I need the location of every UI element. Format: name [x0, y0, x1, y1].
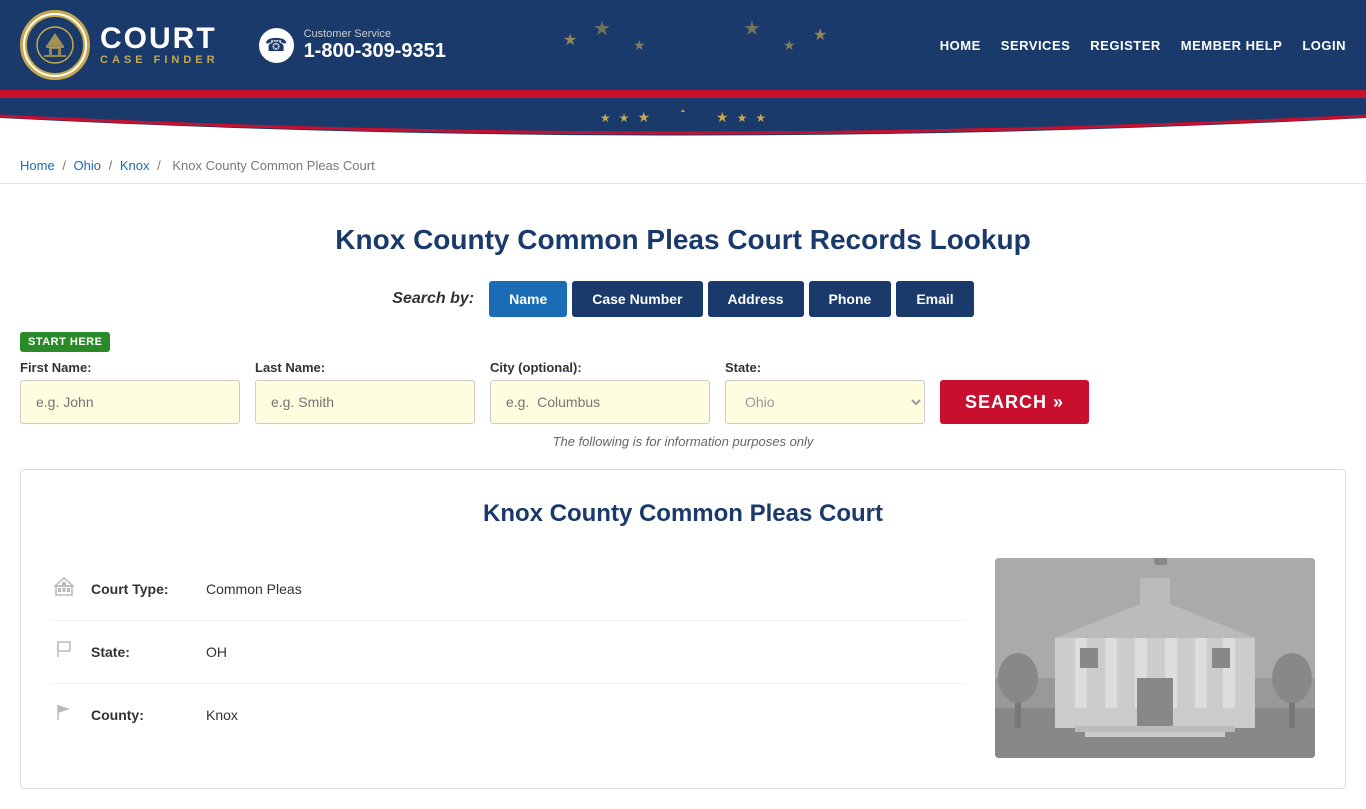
last-name-group: Last Name:	[255, 360, 475, 424]
phone-info: Customer Service 1-800-309-9351	[304, 28, 446, 63]
state-label: State:	[725, 360, 925, 375]
search-by-label: Search by:	[392, 290, 474, 308]
phone-number: 1-800-309-9351	[304, 40, 446, 63]
main-content: Knox County Common Pleas Court Records L…	[0, 184, 1366, 809]
breadcrumb: Home / Ohio / Knox / Knox County Common …	[0, 148, 1366, 184]
tab-phone[interactable]: Phone	[809, 281, 892, 317]
logo-sub-text: CASE FINDER	[100, 54, 219, 66]
svg-text:★: ★	[783, 37, 796, 53]
svg-text:★: ★	[743, 18, 761, 40]
court-card-title: Knox County Common Pleas Court	[51, 500, 1315, 528]
last-name-label: Last Name:	[255, 360, 475, 375]
state-value: OH	[206, 644, 227, 660]
court-type-label: Court Type:	[91, 581, 191, 597]
logo-text: COURT CASE FINDER	[100, 24, 219, 66]
state-item: State: OH	[51, 621, 965, 684]
breadcrumb-current: Knox County Common Pleas Court	[172, 158, 374, 173]
eagle-icon	[658, 100, 708, 135]
nav: HOME SERVICES REGISTER MEMBER HELP LOGIN	[940, 38, 1346, 53]
county-label: County:	[91, 707, 191, 723]
city-label: City (optional):	[490, 360, 710, 375]
search-form-area: START HERE First Name: Last Name: City (…	[20, 332, 1346, 424]
flag-icon	[51, 702, 76, 728]
info-note: The following is for information purpose…	[20, 434, 1346, 449]
county-item: County: Knox	[51, 684, 965, 746]
state-select[interactable]: Ohio Alabama Alaska Arizona California F…	[725, 380, 925, 424]
court-card: Knox County Common Pleas Court	[20, 469, 1346, 789]
start-here-badge: START HERE	[20, 332, 110, 352]
tab-case-number[interactable]: Case Number	[572, 281, 702, 317]
first-name-label: First Name:	[20, 360, 240, 375]
breadcrumb-ohio[interactable]: Ohio	[74, 158, 101, 173]
breadcrumb-home[interactable]: Home	[20, 158, 55, 173]
star-right-3: ★	[755, 111, 766, 125]
breadcrumb-sep-2: /	[109, 158, 116, 173]
phone-icon: ☎	[259, 28, 294, 63]
nav-register[interactable]: REGISTER	[1090, 38, 1160, 53]
state-group: State: Ohio Alabama Alaska Arizona Calif…	[725, 360, 925, 424]
star-left-1: ★	[600, 111, 611, 125]
city-input[interactable]	[490, 380, 710, 424]
court-card-body: Court Type: Common Pleas State: OH	[51, 558, 1315, 758]
first-name-group: First Name:	[20, 360, 240, 424]
tab-name[interactable]: Name	[489, 281, 567, 317]
nav-login[interactable]: LOGIN	[1302, 38, 1346, 53]
courthouse-svg	[995, 558, 1315, 758]
county-value: Knox	[206, 707, 238, 723]
logo-inner	[25, 15, 85, 75]
breadcrumb-knox[interactable]: Knox	[120, 158, 150, 173]
tab-address[interactable]: Address	[708, 281, 804, 317]
eagle-area: ★ ★ ★ ★ ★ ★	[600, 100, 766, 135]
form-row: First Name: Last Name: City (optional): …	[20, 360, 1346, 424]
search-button[interactable]: SEARCH »	[940, 380, 1089, 424]
svg-text:★: ★	[593, 18, 611, 40]
city-group: City (optional):	[490, 360, 710, 424]
phone-label: Customer Service	[304, 28, 446, 40]
star-left-2: ★	[619, 111, 630, 125]
star-right-2: ★	[737, 111, 748, 125]
court-info-list: Court Type: Common Pleas State: OH	[51, 558, 965, 758]
flag-outline-icon	[51, 639, 76, 665]
breadcrumb-sep-1: /	[62, 158, 69, 173]
phone-area: ☎ Customer Service 1-800-309-9351	[259, 28, 446, 63]
first-name-input[interactable]	[20, 380, 240, 424]
court-image	[995, 558, 1315, 758]
wave-banner: ★ ★ ★ ★ ★ ★	[0, 98, 1366, 148]
breadcrumb-sep-3: /	[157, 158, 164, 173]
building-icon	[51, 576, 76, 602]
star-left-3: ★	[637, 109, 650, 126]
svg-text:★: ★	[813, 27, 827, 44]
star-right-1: ★	[716, 109, 729, 126]
search-by-row: Search by: Name Case Number Address Phon…	[20, 281, 1346, 317]
svg-text:★: ★	[563, 32, 577, 49]
stars-decoration: ★ ★ ★ ★ ★ ★	[543, 15, 843, 75]
court-type-value: Common Pleas	[206, 581, 302, 597]
state-label-card: State:	[91, 644, 191, 660]
last-name-input[interactable]	[255, 380, 475, 424]
nav-member-help[interactable]: MEMBER HELP	[1181, 38, 1283, 53]
nav-services[interactable]: SERVICES	[1001, 38, 1071, 53]
header-stars: ★ ★ ★ ★ ★ ★	[446, 15, 940, 75]
logo-icon	[35, 25, 75, 65]
nav-home[interactable]: HOME	[940, 38, 981, 53]
header: COURT CASE FINDER ☎ Customer Service 1-8…	[0, 0, 1366, 90]
logo-area: COURT CASE FINDER	[20, 10, 219, 80]
page-title: Knox County Common Pleas Court Records L…	[20, 224, 1346, 256]
court-type-item: Court Type: Common Pleas	[51, 558, 965, 621]
svg-text:★: ★	[633, 37, 646, 53]
tab-email[interactable]: Email	[896, 281, 973, 317]
logo-court-text: COURT	[100, 24, 219, 54]
logo-circle	[20, 10, 90, 80]
red-strip	[0, 90, 1366, 98]
